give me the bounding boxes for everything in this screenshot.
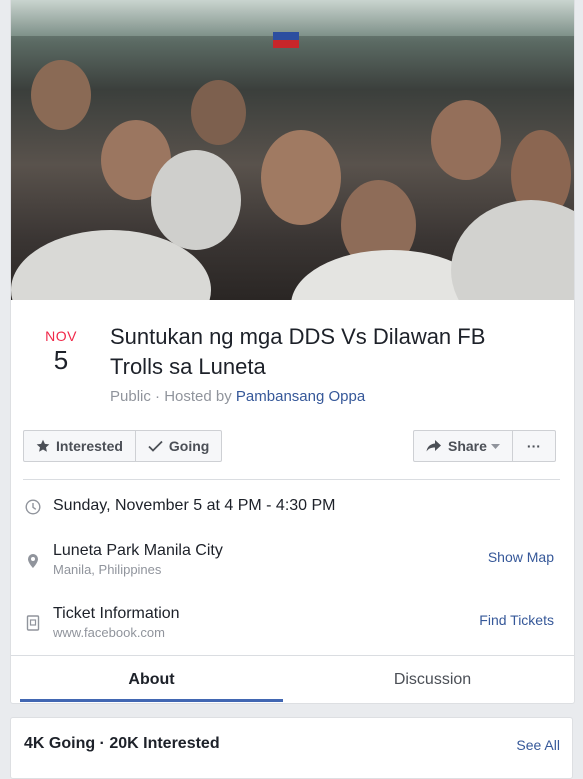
divider (23, 479, 560, 480)
location-pin-icon (28, 554, 38, 568)
cover-sky (11, 0, 574, 36)
event-location[interactable]: Luneta Park Manila City (53, 542, 223, 560)
cover-crowd-head (261, 130, 341, 225)
event-time: Sunday, November 5 at 4 PM - 4:30 PM (53, 497, 336, 514)
share-arrow-icon (426, 440, 441, 452)
cover-crowd-head (191, 80, 246, 145)
cover-crowd-head (31, 60, 91, 130)
share-button-group: Share ··· (413, 430, 556, 462)
see-all-link[interactable]: See All (516, 737, 560, 753)
interested-label: Interested (56, 438, 123, 454)
cover-flag (273, 32, 299, 48)
event-tabs: About Discussion (11, 655, 574, 703)
find-tickets-link[interactable]: Find Tickets (479, 612, 554, 628)
event-subline: Public · Hosted by Pambansang Oppa (110, 388, 365, 405)
more-options-button[interactable]: ··· (511, 431, 555, 461)
event-city: Manila, Philippines (53, 562, 162, 577)
event-cover-photo[interactable] (11, 0, 574, 300)
event-date: NOV 5 (21, 328, 101, 376)
going-label: Going (168, 438, 210, 454)
tab-discussion[interactable]: Discussion (301, 656, 564, 703)
separator: · (155, 388, 165, 405)
star-icon (36, 439, 50, 452)
event-card: NOV 5 Suntukan ng mga DDS Vs Dilawan FB … (10, 0, 575, 704)
more-options-label: ··· (526, 438, 541, 454)
event-month: NOV (45, 328, 77, 344)
clock-icon (25, 499, 41, 515)
cover-crowd-shirt (151, 150, 241, 250)
ticket-title: Ticket Information (53, 605, 180, 622)
rsvp-button-group: Interested Going (23, 430, 223, 462)
interested-button[interactable]: Interested (24, 431, 135, 461)
tab-about[interactable]: About (20, 656, 283, 703)
event-day: 5 (53, 345, 69, 375)
check-icon (148, 440, 163, 452)
share-label: Share (448, 438, 487, 454)
event-title: Suntukan ng mga DDS Vs Dilawan FB Trolls… (110, 324, 486, 379)
caret-down-icon (490, 443, 500, 449)
going-button[interactable]: Going (134, 431, 221, 461)
ticket-icon (26, 615, 40, 631)
event-privacy: Public (110, 388, 151, 405)
cover-crowd-shirt (451, 200, 574, 300)
cover-crowd-head (431, 100, 501, 180)
attendance-summary: 4K Going · 20K Interested (24, 735, 220, 752)
host-link[interactable]: Pambansang Oppa (236, 388, 365, 405)
share-button[interactable]: Share (414, 431, 512, 461)
ticket-url[interactable]: www.facebook.com (53, 625, 165, 640)
show-map-link[interactable]: Show Map (488, 549, 554, 565)
hosted-by-prefix: Hosted by (164, 388, 232, 405)
attendance-card: 4K Going · 20K Interested See All (10, 717, 573, 779)
